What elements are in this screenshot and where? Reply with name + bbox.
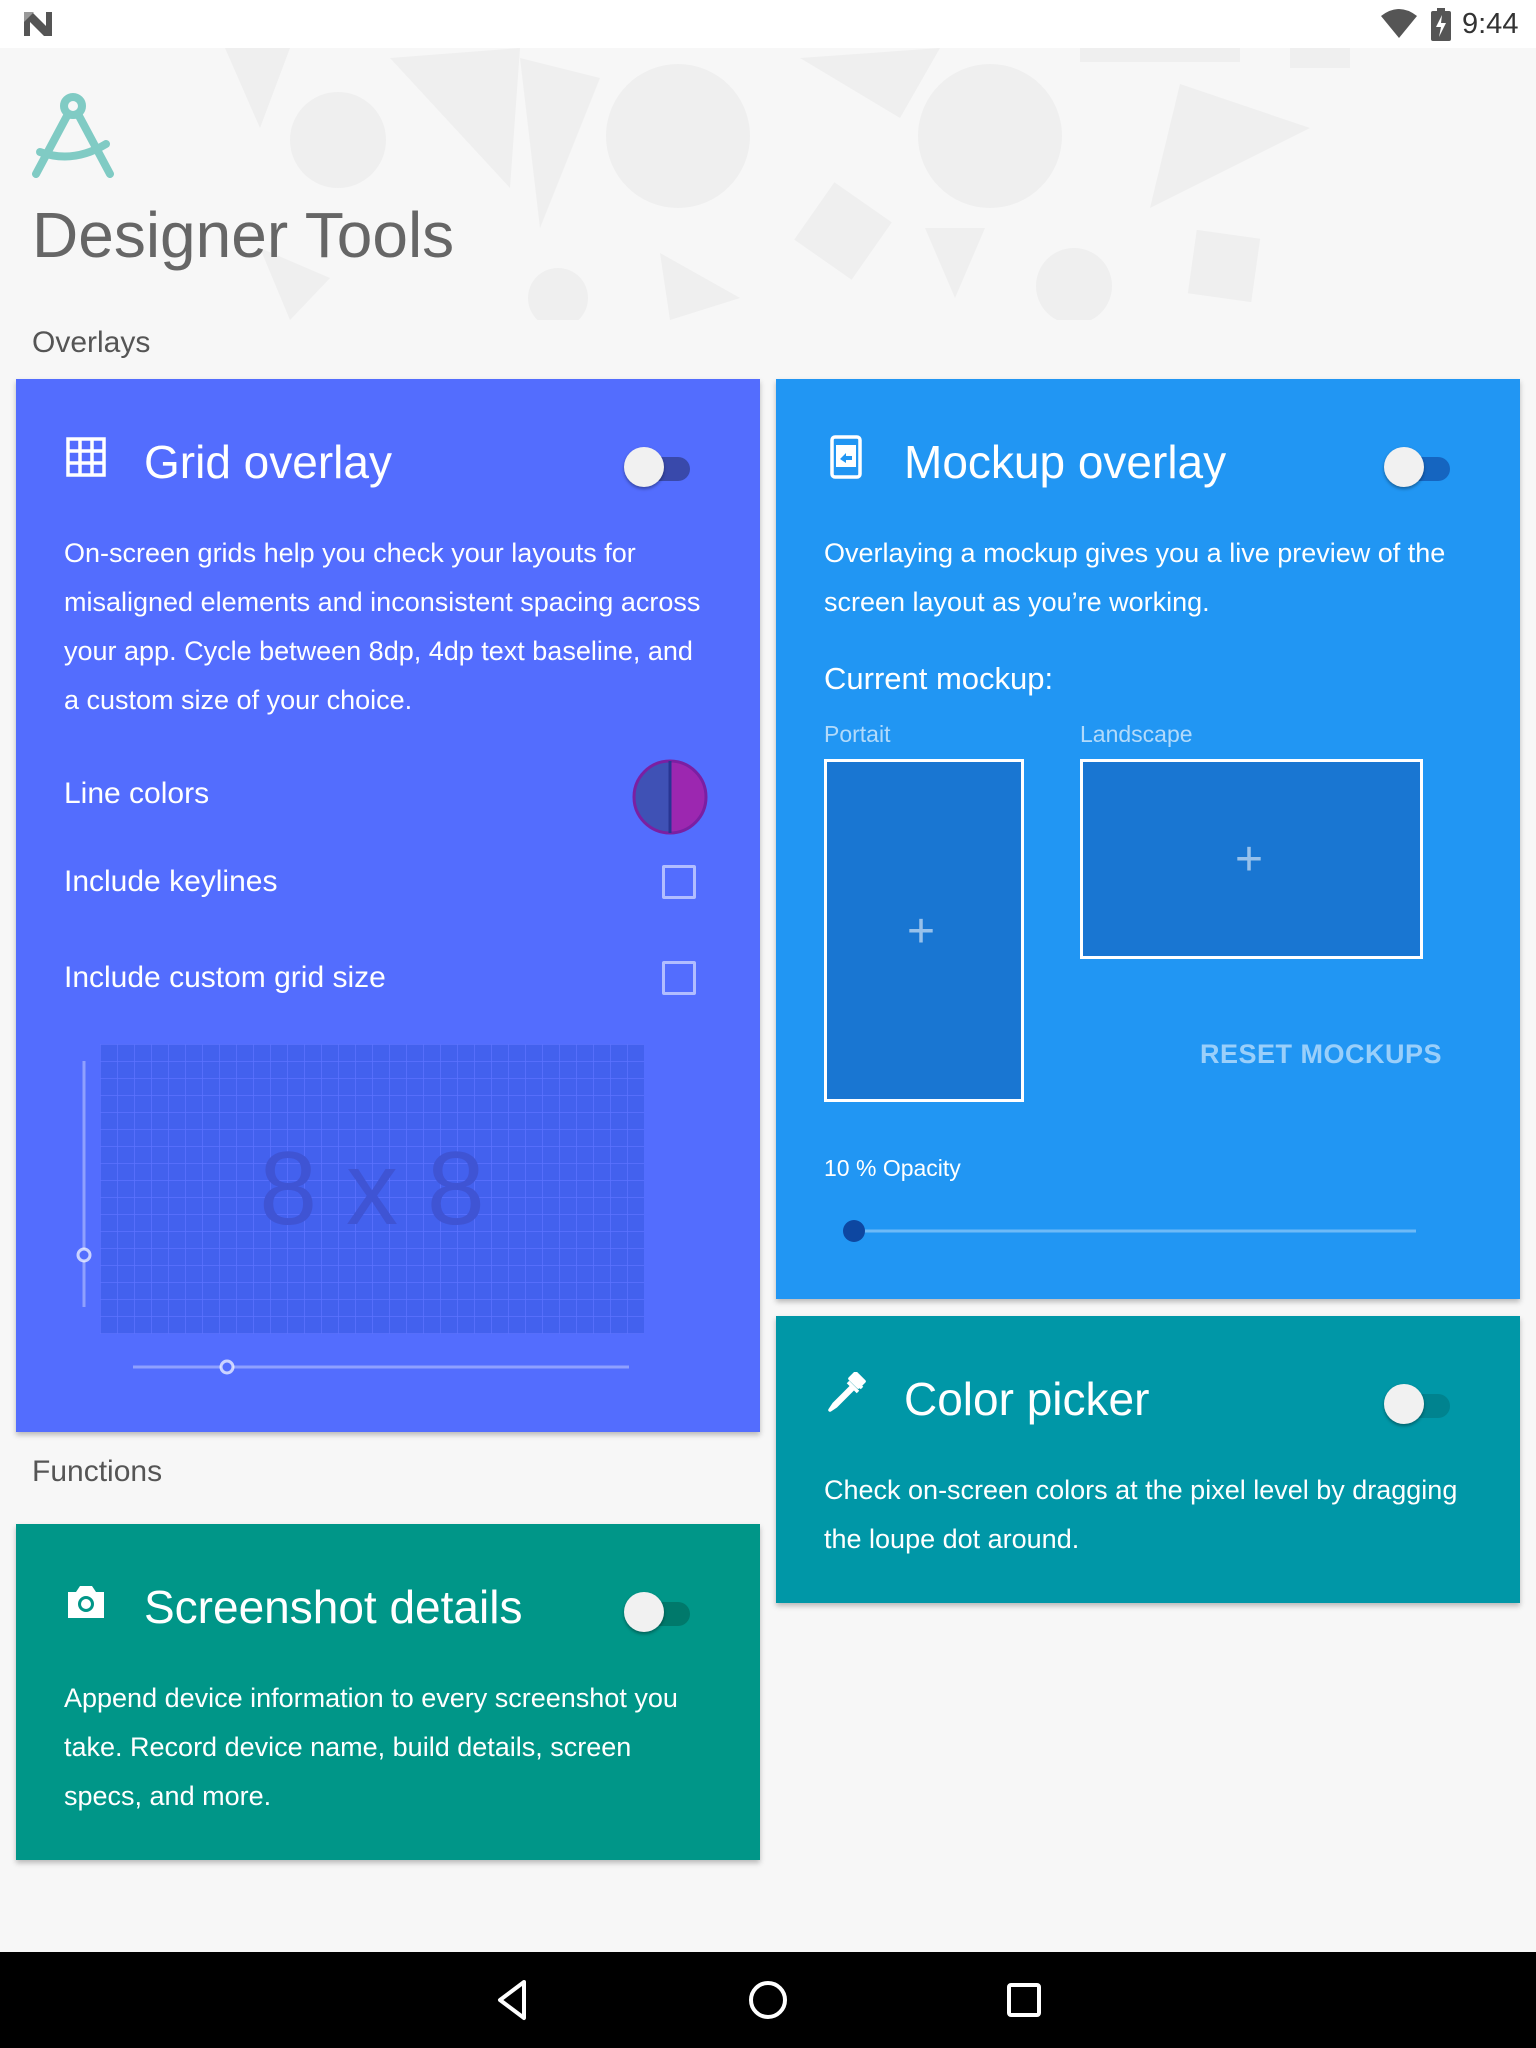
screenshot-details-description: Append device information to every scree…	[64, 1683, 678, 1811]
opacity-label: 10 % Opacity	[824, 1155, 961, 1181]
camera-icon	[68, 1586, 104, 1618]
landscape-mockup-slot[interactable]: +	[1080, 759, 1423, 959]
grid-width-slider[interactable]	[131, 1359, 631, 1375]
compass-icon	[32, 93, 114, 178]
include-custom-grid-checkbox[interactable]	[662, 961, 696, 995]
mockup-overlay-description: Overlaying a mockup gives you a live pre…	[824, 538, 1446, 617]
eyedropper-icon	[828, 1372, 866, 1412]
notification-n-icon	[24, 12, 52, 36]
landscape-label: Landscape	[1080, 721, 1193, 747]
grid-overlay-card: Grid overlay On-screen grids help you ch…	[16, 379, 760, 1432]
line-colors-picker[interactable]	[632, 759, 708, 835]
portrait-label: Portait	[824, 721, 891, 747]
navigation-bar	[0, 1952, 1536, 2048]
grid-overlay-title: Grid overlay	[144, 436, 392, 488]
grid-overlay-toggle[interactable]	[624, 447, 692, 487]
include-keylines-label: Include keylines	[64, 865, 278, 898]
section-label-overlays: Overlays	[32, 326, 151, 359]
status-time: 9:44	[1462, 8, 1519, 40]
app-header: Designer Tools	[0, 48, 1536, 320]
grid-height-slider[interactable]	[76, 1059, 92, 1309]
mockup-overlay-title: Mockup overlay	[904, 436, 1227, 488]
screenshot-details-title: Screenshot details	[144, 1581, 523, 1633]
color-picker-card: Color picker Check on-screen colors at t…	[776, 1316, 1520, 1603]
app-title: Designer Tools	[32, 199, 455, 271]
add-portrait-mockup-icon: +	[907, 905, 936, 958]
color-picker-description: Check on-screen colors at the pixel leve…	[824, 1475, 1458, 1554]
opacity-slider[interactable]	[840, 1217, 1426, 1245]
grid-icon	[66, 437, 106, 477]
section-label-functions: Functions	[32, 1455, 163, 1488]
screenshot-details-card: Screenshot details Append device informa…	[16, 1524, 760, 1860]
decorative-shapes-background	[225, 48, 1350, 320]
recents-icon[interactable]	[998, 1974, 1050, 2026]
grid-size-label: 8 x 8	[259, 1131, 484, 1247]
include-keylines-checkbox[interactable]	[662, 865, 696, 899]
add-landscape-mockup-icon: +	[1235, 833, 1264, 886]
portrait-mockup-slot[interactable]: +	[824, 759, 1024, 1102]
screenshot-details-toggle[interactable]	[624, 1592, 692, 1632]
mockup-overlay-toggle[interactable]	[1384, 447, 1452, 487]
line-colors-label: Line colors	[64, 777, 210, 810]
custom-grid-preview: 8 x 8	[100, 1044, 644, 1334]
include-custom-grid-label: Include custom grid size	[64, 961, 386, 994]
wifi-icon	[1381, 9, 1417, 38]
home-icon[interactable]	[742, 1974, 794, 2026]
status-bar: 9:44	[0, 0, 1536, 48]
current-mockup-label: Current mockup:	[824, 661, 1054, 696]
grid-overlay-description: On-screen grids help you check your layo…	[64, 538, 701, 715]
phone-mockup-icon	[830, 435, 862, 479]
back-icon[interactable]	[486, 1974, 538, 2026]
color-picker-toggle[interactable]	[1384, 1384, 1452, 1424]
mockup-overlay-card: Mockup overlay Overlaying a mockup gives…	[776, 379, 1520, 1299]
color-picker-title: Color picker	[904, 1373, 1150, 1425]
reset-mockups-button[interactable]: RESET MOCKUPS	[1200, 1039, 1442, 1070]
battery-charging-icon	[1431, 8, 1451, 41]
